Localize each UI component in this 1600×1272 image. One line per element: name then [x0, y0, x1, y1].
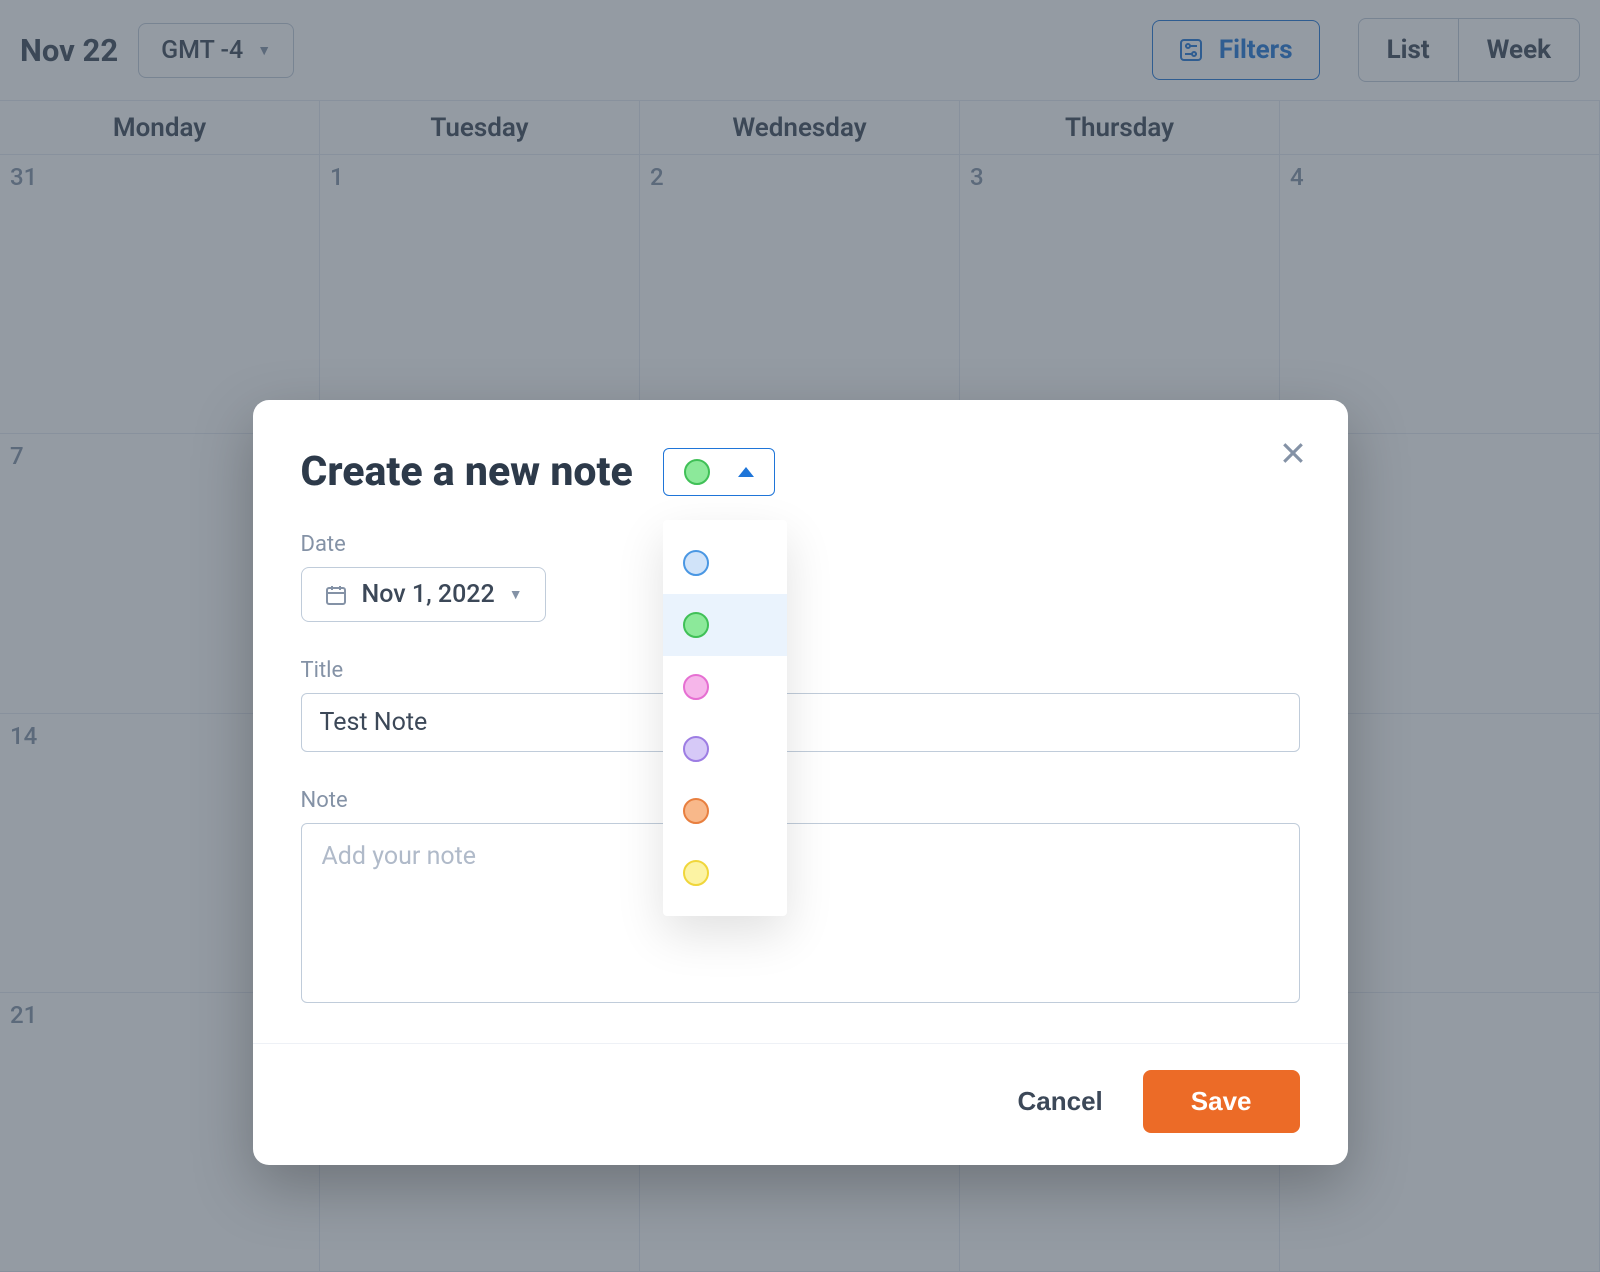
title-label: Title	[301, 658, 1300, 683]
color-swatch-icon	[683, 736, 709, 762]
date-value: Nov 1, 2022	[362, 580, 495, 609]
close-button[interactable]	[1278, 438, 1308, 472]
create-note-modal: Create a new note	[253, 400, 1348, 1165]
color-select	[663, 448, 775, 496]
title-input[interactable]	[301, 693, 1300, 752]
calendar-app: Nov 22 GMT -4 ▼ Filters List Week Monday…	[0, 0, 1600, 1272]
note-label: Note	[301, 788, 1300, 813]
color-option-green[interactable]	[663, 594, 787, 656]
modal-footer: Cancel Save	[253, 1043, 1348, 1165]
modal-title: Create a new note	[301, 448, 633, 496]
date-picker[interactable]: Nov 1, 2022 ▼	[301, 567, 546, 622]
color-option-orange[interactable]	[663, 780, 787, 842]
color-option-yellow[interactable]	[663, 842, 787, 904]
color-swatch-icon	[683, 550, 709, 576]
color-dropdown-menu	[663, 520, 787, 916]
color-option-pink[interactable]	[663, 656, 787, 718]
title-field: Title	[301, 658, 1300, 752]
color-swatch-icon	[683, 612, 709, 638]
date-field: Date Nov 1, 2022 ▼	[301, 532, 1300, 622]
chevron-down-icon: ▼	[509, 586, 523, 603]
color-swatch-icon	[683, 860, 709, 886]
date-label: Date	[301, 532, 1300, 557]
modal-overlay[interactable]: Create a new note	[0, 0, 1600, 1272]
color-swatch-icon	[683, 798, 709, 824]
note-field: Note	[301, 788, 1300, 1007]
close-icon	[1278, 453, 1308, 472]
color-swatch-icon	[683, 674, 709, 700]
color-swatch-selected	[684, 459, 710, 485]
color-option-blue[interactable]	[663, 532, 787, 594]
color-select-button[interactable]	[663, 448, 775, 496]
note-textarea[interactable]	[301, 823, 1300, 1003]
modal-title-row: Create a new note	[301, 448, 1300, 496]
calendar-icon	[324, 583, 348, 607]
chevron-up-icon	[738, 467, 754, 477]
modal-body: Create a new note	[253, 400, 1348, 1043]
save-button[interactable]: Save	[1143, 1070, 1300, 1133]
color-option-purple[interactable]	[663, 718, 787, 780]
cancel-button[interactable]: Cancel	[1018, 1086, 1103, 1117]
